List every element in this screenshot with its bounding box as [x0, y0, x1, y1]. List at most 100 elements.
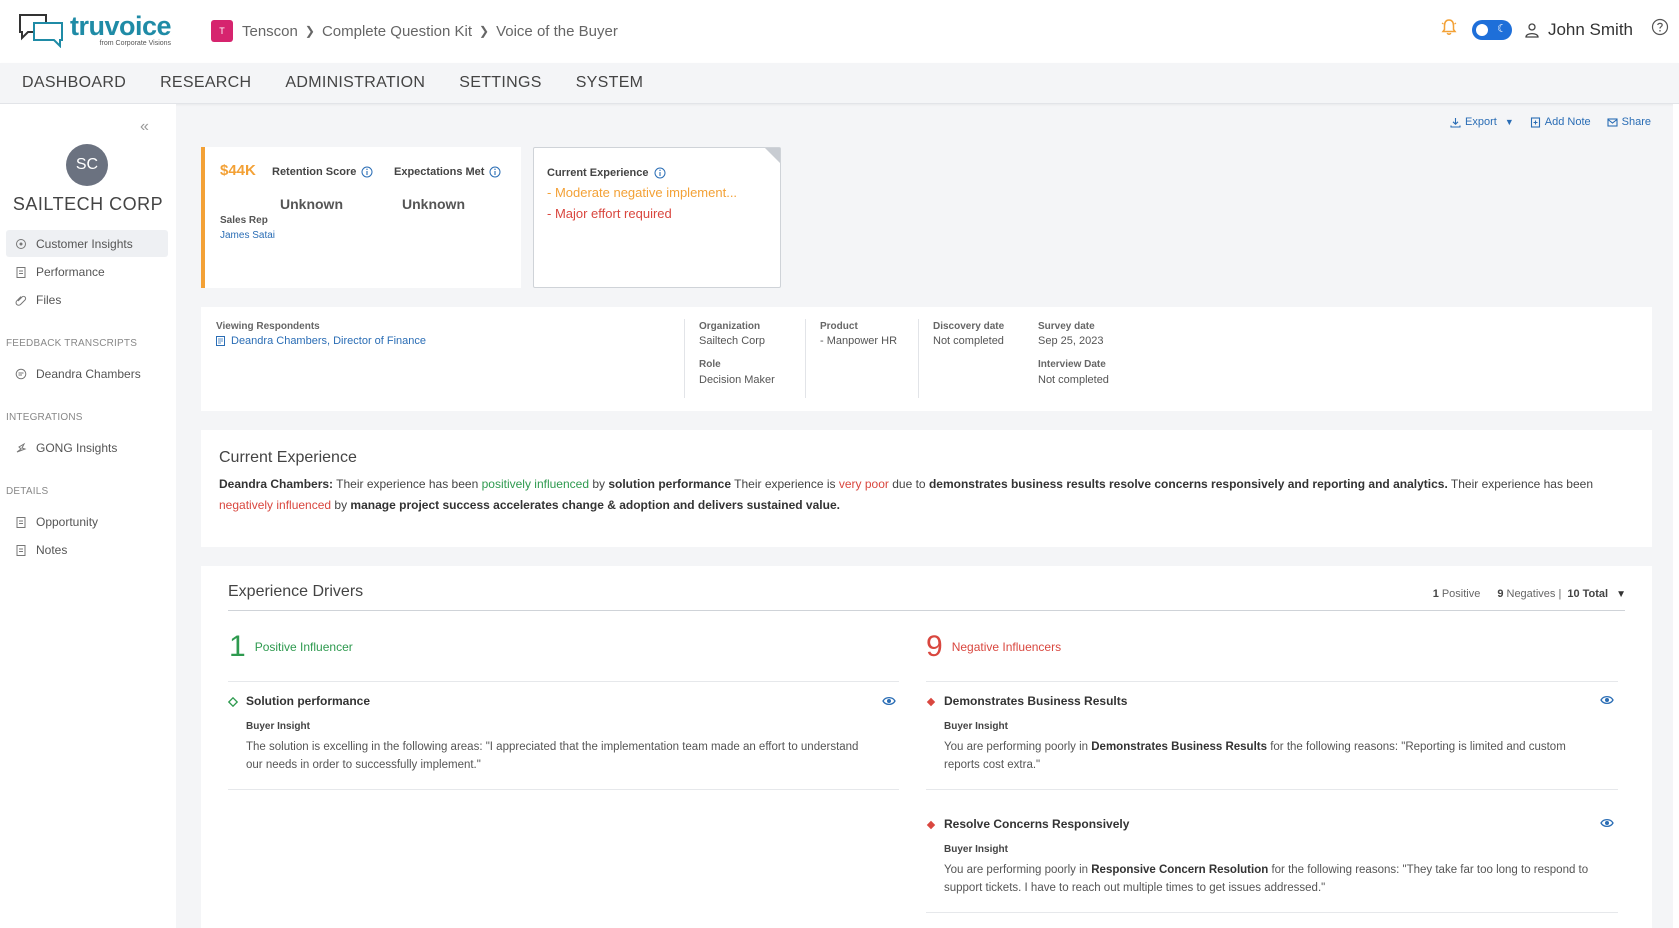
sidebar-item-gong-insights[interactable]: GONG Insights — [6, 434, 168, 461]
clipboard-icon — [16, 266, 26, 278]
summary-text: Their experience has been — [1447, 477, 1594, 491]
gong-icon — [16, 442, 27, 452]
chevron-right-icon: ❯ — [479, 24, 490, 38]
nav-research[interactable]: RESEARCH — [160, 74, 251, 92]
info-icon[interactable] — [361, 166, 373, 178]
summary-text: Their experience is — [731, 477, 839, 491]
sidebar-item-opportunity[interactable]: Opportunity — [6, 508, 168, 535]
note-icon — [1530, 116, 1540, 128]
sidebar-item-deandra-chambers[interactable]: Deandra Chambers — [6, 360, 168, 387]
current-experience-label-text: Current Experience — [547, 167, 649, 179]
sidebar-item-label: Notes — [36, 542, 68, 557]
diamond-filled-icon — [926, 697, 936, 707]
export-button[interactable]: Export ▼ — [1450, 116, 1514, 128]
nav-dashboard[interactable]: DASHBOARD — [22, 74, 126, 92]
collapse-sidebar-icon[interactable]: « — [140, 118, 149, 136]
driver-title-text: Solution performance — [246, 694, 371, 708]
chevron-down-icon: ▼ — [1504, 117, 1514, 127]
divider — [805, 319, 806, 398]
divider — [926, 912, 1618, 913]
chat-icon — [15, 368, 27, 379]
bell-icon[interactable] — [1440, 18, 1458, 41]
section-title: Current Experience — [219, 449, 357, 466]
sidebar-item-notes[interactable]: Notes — [6, 536, 168, 563]
user-menu[interactable]: John Smith — [1524, 20, 1633, 40]
nav-system[interactable]: SYSTEM — [576, 74, 644, 92]
target-icon — [16, 238, 26, 249]
retention-score-value: Unknown — [280, 196, 343, 212]
nav-administration[interactable]: ADMINISTRATION — [285, 74, 425, 92]
total-dropdown[interactable]: 10 Total ▼ — [1567, 588, 1626, 600]
sidebar-item-label: Customer Insights — [36, 236, 133, 251]
driver-item-title[interactable]: Demonstrates Business Results — [926, 694, 1127, 708]
buyer-insight-text: You are performing poorly in Responsive … — [944, 861, 1594, 897]
summary-text: by — [589, 477, 609, 491]
clipboard-icon — [16, 516, 26, 528]
insight-bold: Demonstrates Business Results — [1091, 741, 1268, 753]
divider — [228, 789, 899, 790]
section-title: Experience Drivers — [228, 583, 364, 600]
eye-icon[interactable] — [882, 696, 896, 706]
interview-date-value: Not completed — [1038, 374, 1109, 386]
positive-word: Positive — [1441, 588, 1481, 600]
sidebar-item-customer-insights[interactable]: Customer Insights — [6, 230, 168, 257]
viewing-respondents-label: Viewing Respondents — [216, 321, 320, 332]
retention-score-label: Retention Score — [272, 166, 373, 178]
chevron-right-icon: ❯ — [304, 24, 315, 38]
driver-phrase: solution performance — [608, 477, 732, 491]
summary-text: Their experience has been — [333, 477, 482, 491]
section-feedback-transcripts: FEEDBACK TRANSCRIPTS — [6, 338, 138, 349]
breadcrumb-item-kit[interactable]: Complete Question Kit — [322, 23, 472, 40]
divider — [684, 319, 685, 398]
card-fold — [765, 148, 780, 163]
driver-item-title[interactable]: Resolve Concerns Responsively — [926, 817, 1129, 831]
breadcrumb-item-org[interactable]: Tenscon — [242, 23, 298, 40]
nav-settings[interactable]: SETTINGS — [459, 74, 541, 92]
section-details: DETAILS — [6, 486, 49, 497]
eye-icon[interactable] — [1600, 818, 1614, 828]
add-note-button[interactable]: Add Note — [1530, 116, 1591, 128]
main-nav: DASHBOARD RESEARCH ADMINISTRATION SETTIN… — [0, 63, 1679, 104]
respondent-name: Deandra Chambers, Director of Finance — [231, 335, 427, 347]
page-actions: Export ▼ Add Note Share — [1434, 116, 1651, 128]
info-icon[interactable] — [489, 166, 501, 178]
role-value: Decision Maker — [699, 374, 775, 386]
sales-rep-link[interactable]: James Satai — [220, 230, 275, 241]
divider — [926, 681, 1618, 682]
buyer-insight-text: The solution is excelling in the followi… — [246, 741, 859, 771]
respondent-link[interactable]: Deandra Chambers, Director of Finance — [216, 335, 426, 347]
positive-phrase: positively influenced — [481, 477, 589, 491]
moon-icon: ☾ — [1497, 22, 1507, 35]
current-experience-card[interactable]: Current Experience - Moderate negative i… — [533, 147, 781, 288]
insight-text: You are performing poorly in — [944, 864, 1092, 876]
user-name: John Smith — [1547, 19, 1633, 39]
current-experience-label: Current Experience — [547, 167, 666, 179]
logo[interactable]: truvoice from Corporate Visions — [18, 11, 172, 49]
expectations-met-text: Expectations Met — [394, 166, 485, 178]
info-icon[interactable] — [654, 167, 666, 179]
insight-bold: Responsive Concern Resolution — [1091, 864, 1269, 876]
deal-value: $44K — [220, 162, 256, 179]
eye-icon[interactable] — [1600, 695, 1614, 705]
sidebar-item-files[interactable]: Files — [6, 286, 168, 313]
survey-date-value: Sep 25, 2023 — [1038, 335, 1104, 347]
share-button[interactable]: Share — [1607, 116, 1651, 128]
sidebar-item-label: Files — [36, 292, 62, 307]
brand-name: truvoice — [70, 11, 172, 41]
divider — [918, 319, 919, 398]
negative-influencers-header: 9 Negative Influencers — [926, 632, 1061, 662]
section-integrations: INTEGRATIONS — [6, 412, 83, 423]
respondent-name: Deandra Chambers: — [219, 477, 334, 491]
sidebar-item-label: GONG Insights — [36, 440, 118, 455]
theme-toggle[interactable]: ☾ — [1471, 19, 1512, 40]
expectations-met-value: Unknown — [402, 196, 465, 212]
company-name: SAILTECH CORP — [12, 194, 164, 214]
experience-line-2: - Major effort required — [547, 206, 672, 221]
user-icon — [1525, 22, 1539, 38]
sidebar-item-performance[interactable]: Performance — [6, 258, 168, 285]
survey-date-label: Survey date — [1038, 321, 1095, 332]
help-icon[interactable] — [1651, 18, 1669, 41]
negative-count: 9 — [1497, 588, 1504, 600]
driver-item-title[interactable]: Solution performance — [228, 694, 371, 708]
paperclip-icon — [15, 295, 27, 306]
